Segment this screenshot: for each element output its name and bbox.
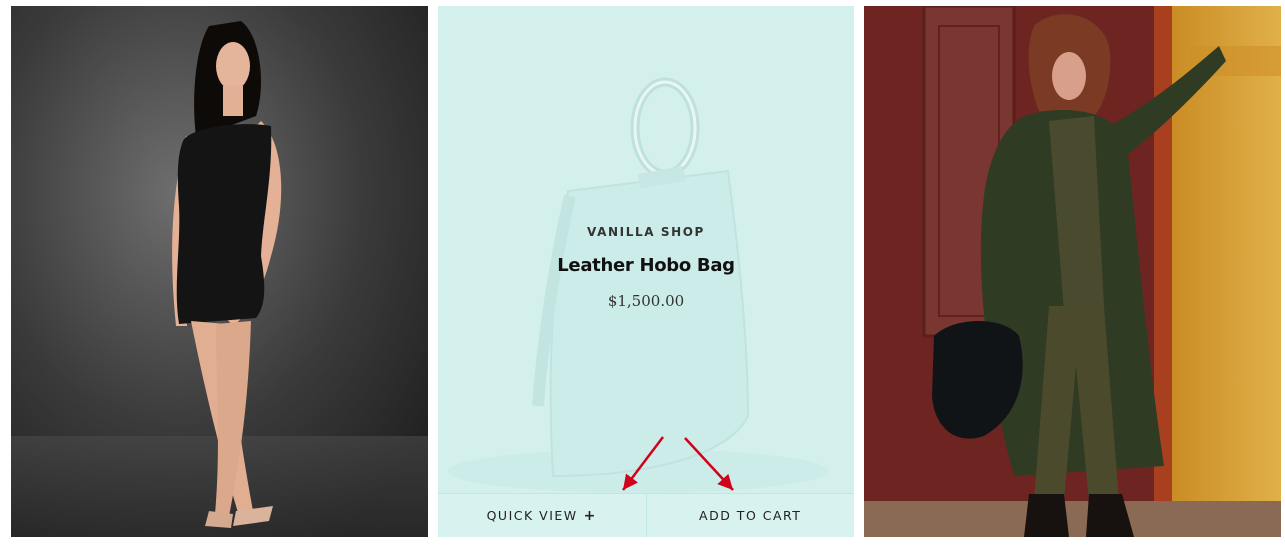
product-card-dress[interactable]	[11, 6, 428, 537]
product-title[interactable]: Leather Hobo Bag	[438, 255, 854, 276]
product-card-coat[interactable]	[864, 6, 1281, 537]
product-card-hobo-bag[interactable]: VANILLA SHOP Leather Hobo Bag $1,500.00 …	[438, 6, 854, 537]
product-image-coat[interactable]	[864, 6, 1281, 537]
quick-view-label: QUICK VIEW	[486, 508, 578, 523]
plus-icon: +	[583, 507, 597, 524]
product-actions: QUICK VIEW + ADD TO CART	[438, 493, 854, 537]
product-vendor[interactable]: VANILLA SHOP	[438, 225, 854, 239]
product-image-dress[interactable]	[11, 6, 428, 537]
quick-view-button[interactable]: QUICK VIEW +	[438, 494, 646, 537]
add-to-cart-label: ADD TO CART	[699, 508, 802, 523]
product-price: $1,500.00	[607, 292, 685, 310]
add-to-cart-button[interactable]: ADD TO CART	[645, 494, 855, 537]
